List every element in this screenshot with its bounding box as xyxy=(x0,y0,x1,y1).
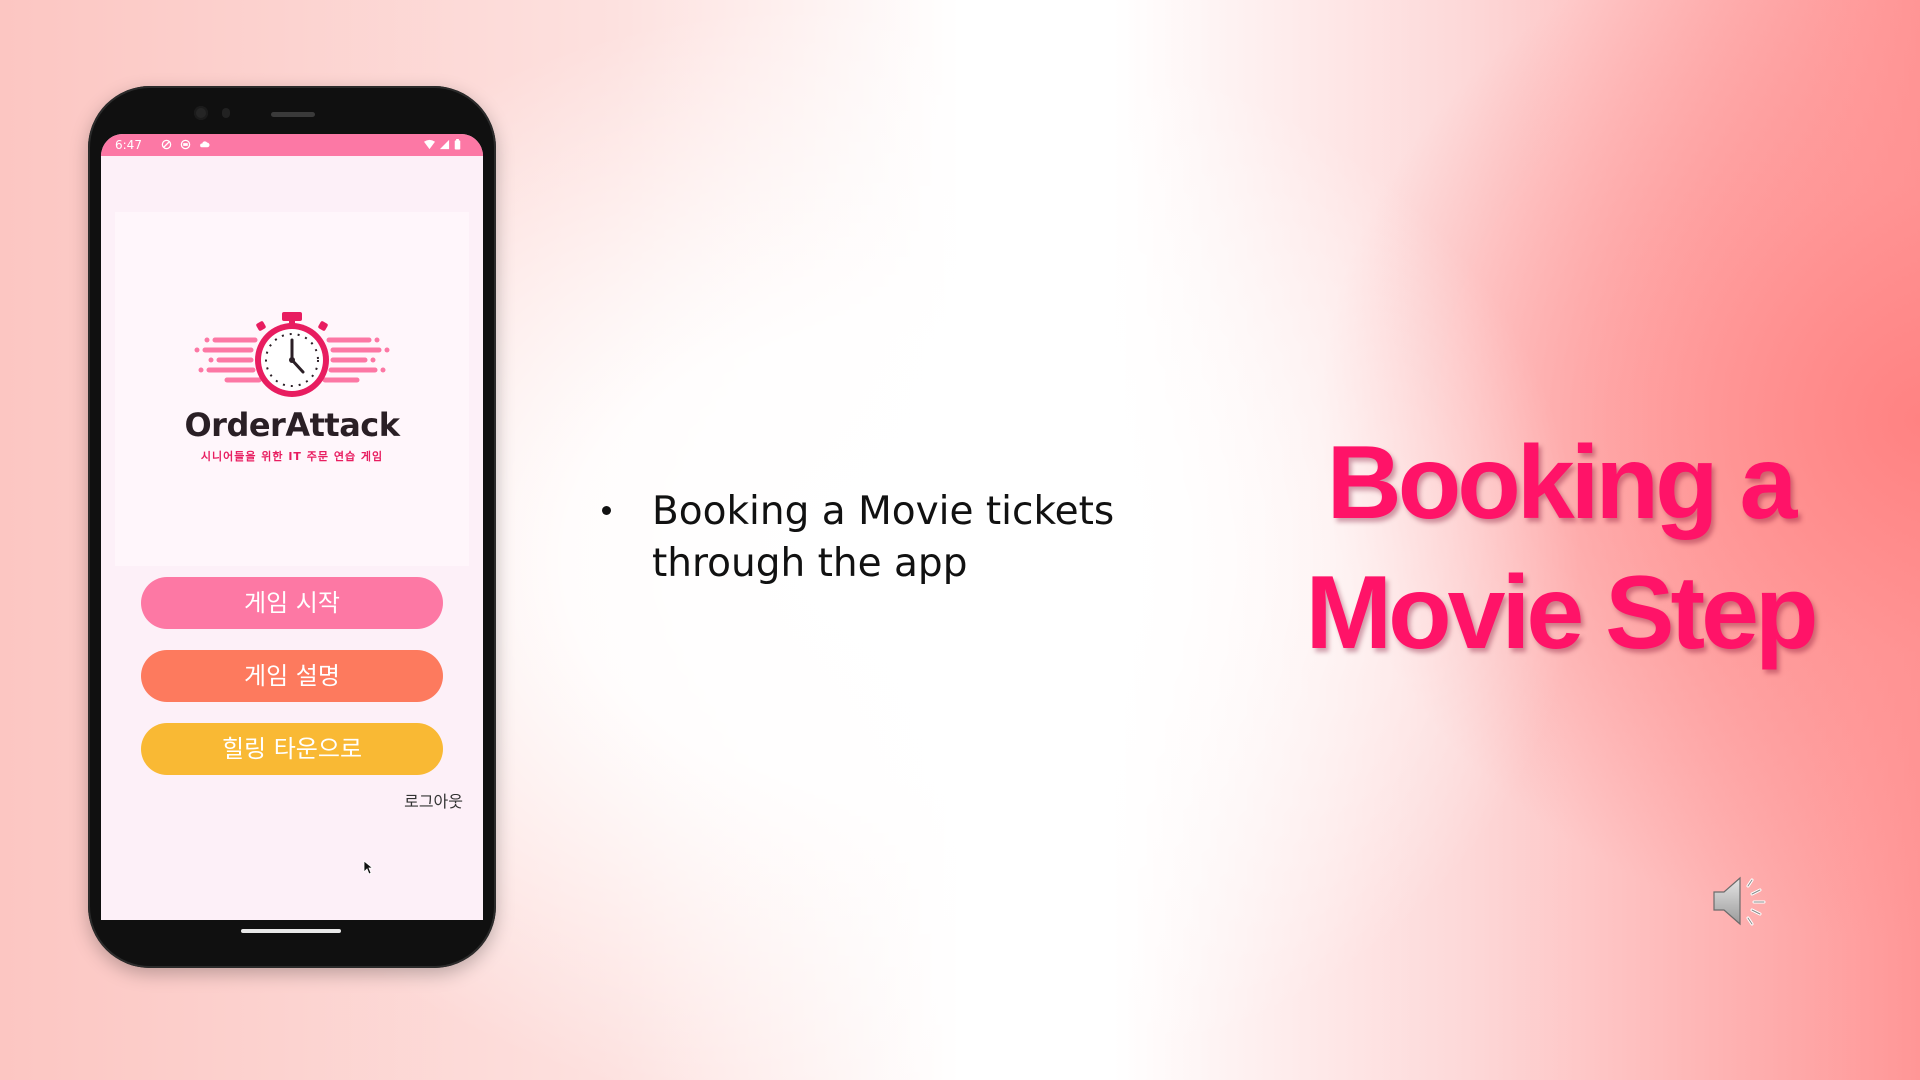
bullet-item: Booking a Movie tickets through the app xyxy=(652,489,1115,586)
phone-navigation-area xyxy=(101,920,483,950)
logout-link[interactable]: 로그아웃 xyxy=(404,788,463,812)
proximity-sensor xyxy=(222,108,230,118)
cloud-icon xyxy=(200,141,210,148)
app-logo-card: OrderAttack 시니어들을 위한 IT 주문 연습 게임 xyxy=(115,212,469,566)
phone-screen: 6:47 OrderAttack 시니어들을 위한 IT 주문 연습 게임 게임… xyxy=(101,134,483,920)
home-gesture-bar[interactable] xyxy=(241,929,341,933)
status-bar: 6:47 xyxy=(101,134,483,156)
dnd-icon xyxy=(161,139,172,150)
game-start-button[interactable]: 게임 시작 xyxy=(141,577,443,629)
bullet-dot xyxy=(602,506,611,515)
mouse-cursor-icon xyxy=(363,860,373,875)
slide-title-line-1: Booking a xyxy=(1326,425,1798,541)
signal-icon xyxy=(439,139,450,150)
status-time: 6:47 xyxy=(115,138,142,152)
phone-mockup: 6:47 OrderAttack 시니어들을 위한 IT 주문 연습 게임 게임… xyxy=(88,86,496,968)
slide-title-line-2: Movie Step xyxy=(1305,555,1819,671)
stopwatch-logo-icon xyxy=(194,312,390,397)
game-guide-button[interactable]: 게임 설명 xyxy=(141,650,443,702)
front-camera xyxy=(194,106,208,120)
slide-title: Booking a Movie Step xyxy=(1240,418,1880,678)
sync-icon xyxy=(180,139,191,150)
healing-town-button[interactable]: 힐링 타운으로 xyxy=(141,723,443,775)
speaker-volume-icon[interactable] xyxy=(1712,872,1772,930)
earpiece-speaker xyxy=(271,112,315,117)
app-logo-title: OrderAttack xyxy=(184,406,400,444)
battery-icon xyxy=(454,139,461,150)
wifi-icon xyxy=(424,139,435,150)
app-logo-subtitle: 시니어들을 위한 IT 주문 연습 게임 xyxy=(200,450,384,463)
